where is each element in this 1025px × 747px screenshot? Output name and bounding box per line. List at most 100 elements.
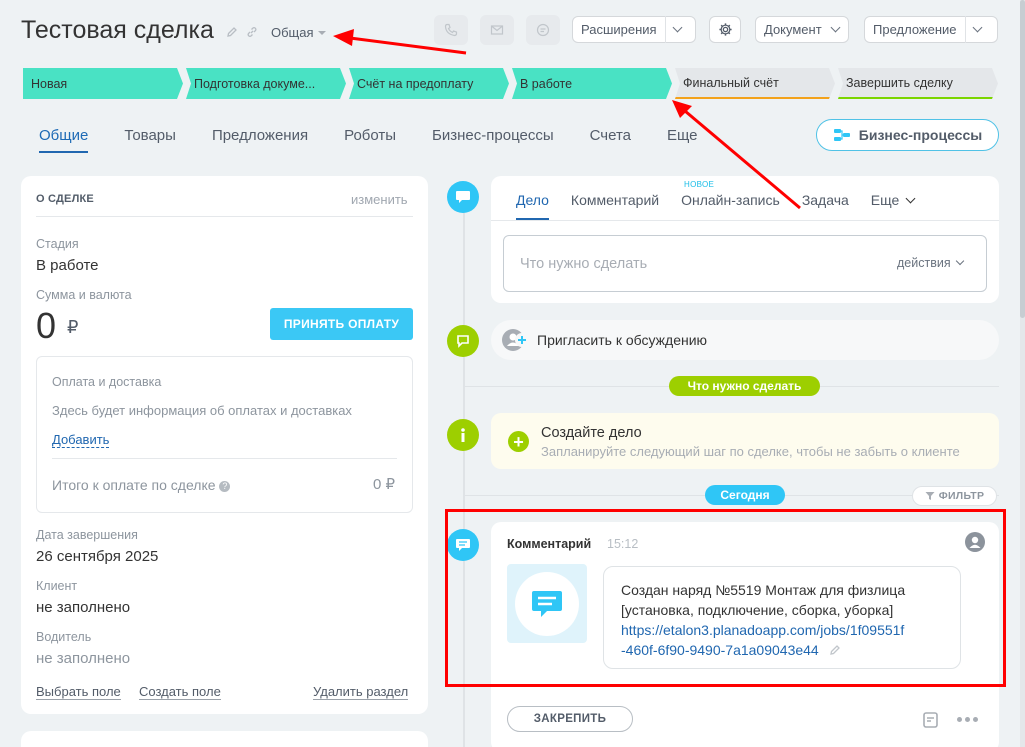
actions-label: действия (897, 256, 951, 270)
tab-task[interactable]: Дело (516, 192, 549, 208)
create-task-subtitle: Запланируйте следующий шаг по сделке, чт… (541, 444, 960, 459)
tab-online-booking[interactable]: Онлайн-запись (681, 192, 780, 208)
stage-label: В работе (520, 76, 573, 91)
tab-robots[interactable]: Роботы (344, 127, 396, 153)
scrollbar-thumb[interactable] (1020, 0, 1025, 318)
stage-label: Новая (31, 76, 68, 91)
stage-final-invoice[interactable]: Финальный счёт (675, 68, 835, 99)
actions-dropdown[interactable]: действия (897, 256, 964, 270)
stage-in-progress[interactable]: В работе (512, 68, 672, 99)
link-icon[interactable] (246, 26, 258, 41)
stage-label: Завершить сделку (846, 75, 953, 90)
mail-icon[interactable] (480, 15, 514, 45)
total-value: 0 ₽ (373, 476, 396, 493)
delete-section-link[interactable]: Удалить раздел (313, 684, 409, 700)
category-label: Общая (271, 25, 314, 40)
filter-icon (925, 492, 935, 500)
business-process-icon (833, 129, 850, 141)
tab-todo[interactable]: Задача (802, 192, 849, 208)
annotation-highlight-box (445, 509, 1006, 687)
add-user-icon (501, 326, 529, 354)
tab-more-label: Еще (667, 127, 698, 144)
stage-label: Счёт на предоплату (357, 76, 474, 91)
tab-comment[interactable]: Комментарий (571, 192, 659, 208)
stage-new[interactable]: Новая (23, 68, 183, 99)
tab-general[interactable]: Общие (39, 127, 89, 153)
settings-button[interactable] (709, 16, 741, 43)
stage-label: Финальный счёт (683, 75, 779, 90)
more-icon[interactable] (957, 717, 978, 722)
communication-buttons (434, 15, 560, 45)
tab-more[interactable]: Еще (667, 127, 698, 153)
accept-payment-button[interactable]: ПРИНЯТЬ ОПЛАТУ (270, 308, 413, 340)
payment-title: Оплата и доставка (52, 375, 162, 389)
category-selector[interactable]: Общая (271, 25, 326, 40)
chevron-down-icon (955, 256, 964, 266)
client-label: Клиент (36, 579, 78, 593)
chevron-down-icon (905, 193, 916, 203)
currency-symbol: ₽ (67, 317, 79, 337)
chevron-down-icon (830, 22, 841, 33)
chat-icon (447, 181, 479, 213)
stage-field-value: В работе (36, 257, 99, 274)
sum-field-label: Сумма и валюта (36, 288, 132, 302)
edit-section-link[interactable]: изменить (351, 192, 408, 207)
total-label: Итого к оплате по сделке (52, 477, 216, 493)
chevron-down-icon (672, 22, 683, 33)
driver-value: не заполнено (36, 650, 131, 667)
document-label: Документ (764, 22, 822, 37)
payment-info: Здесь будет информация об оплатах и дост… (52, 403, 352, 418)
extensions-button[interactable]: Расширения (572, 16, 696, 43)
driver-label: Водитель (36, 630, 92, 644)
plus-icon[interactable]: + (508, 431, 529, 452)
chevron-down-icon (972, 22, 982, 33)
create-task-card[interactable] (491, 413, 999, 469)
next-section-card (21, 731, 428, 747)
info-icon (447, 419, 479, 451)
tab-products[interactable]: Товары (124, 127, 176, 153)
filter-label: ФИЛЬТР (938, 490, 985, 502)
tab-proposals[interactable]: Предложения (212, 127, 308, 153)
filter-button[interactable]: ФИЛЬТР (912, 486, 997, 506)
deal-title: Тестовая сделка (21, 16, 214, 44)
client-value: не заполнено (36, 599, 131, 616)
proposal-label: Предложение (873, 22, 957, 37)
deal-tabs: Общие Товары Предложения Роботы Бизнес-п… (39, 127, 698, 153)
today-pill: Сегодня (705, 485, 785, 505)
tab-more-activities[interactable]: Еще (870, 192, 916, 208)
phone-icon[interactable] (434, 15, 468, 45)
proposal-button[interactable]: Предложение (864, 16, 998, 43)
chat-icon[interactable] (526, 15, 560, 45)
discussion-icon (447, 325, 479, 357)
arrowhead-icon (333, 29, 354, 46)
arrowhead-icon (672, 100, 692, 118)
invite-to-discussion[interactable]: Пригласить к обсуждению (491, 320, 999, 360)
title-tools (226, 26, 258, 41)
add-payment-link[interactable]: Добавить (52, 432, 110, 448)
business-processes-button[interactable]: Бизнес-процессы (816, 119, 999, 151)
invite-label: Пригласить к обсуждению (537, 332, 708, 348)
tab-business-processes[interactable]: Бизнес-процессы (432, 127, 554, 153)
note-icon[interactable] (922, 711, 940, 734)
close-date-value: 26 сентября 2025 (36, 548, 159, 565)
tab-more-label: Еще (870, 192, 900, 208)
create-field-link[interactable]: Создать поле (139, 684, 221, 700)
pin-button[interactable]: ЗАКРЕПИТЬ (507, 706, 633, 732)
activity-tabs: Дело Комментарий Онлайн-запись Задача Ещ… (516, 192, 916, 208)
new-badge: НОВОЕ (684, 180, 715, 189)
pencil-icon[interactable] (226, 26, 238, 41)
section-title: О СДЕЛКЕ (36, 193, 94, 205)
sum-value: 0 (36, 305, 57, 346)
extensions-label: Расширения (581, 22, 657, 37)
document-button[interactable]: Документ (755, 16, 849, 43)
stage-bar: Новая Подготовка докуме... Счёт на предо… (23, 68, 998, 99)
help-icon[interactable]: ? (219, 480, 231, 492)
chevron-down-icon (317, 30, 326, 35)
stage-prepayment-invoice[interactable]: Счёт на предоплату (349, 68, 509, 99)
choose-field-link[interactable]: Выбрать поле (36, 684, 121, 700)
tab-invoices[interactable]: Счета (590, 127, 631, 153)
stage-preparation[interactable]: Подготовка докуме... (186, 68, 346, 99)
stage-label: Подготовка докуме... (194, 76, 316, 91)
stage-close-deal[interactable]: Завершить сделку (838, 68, 998, 99)
create-task-title: Создайте дело (541, 425, 642, 441)
